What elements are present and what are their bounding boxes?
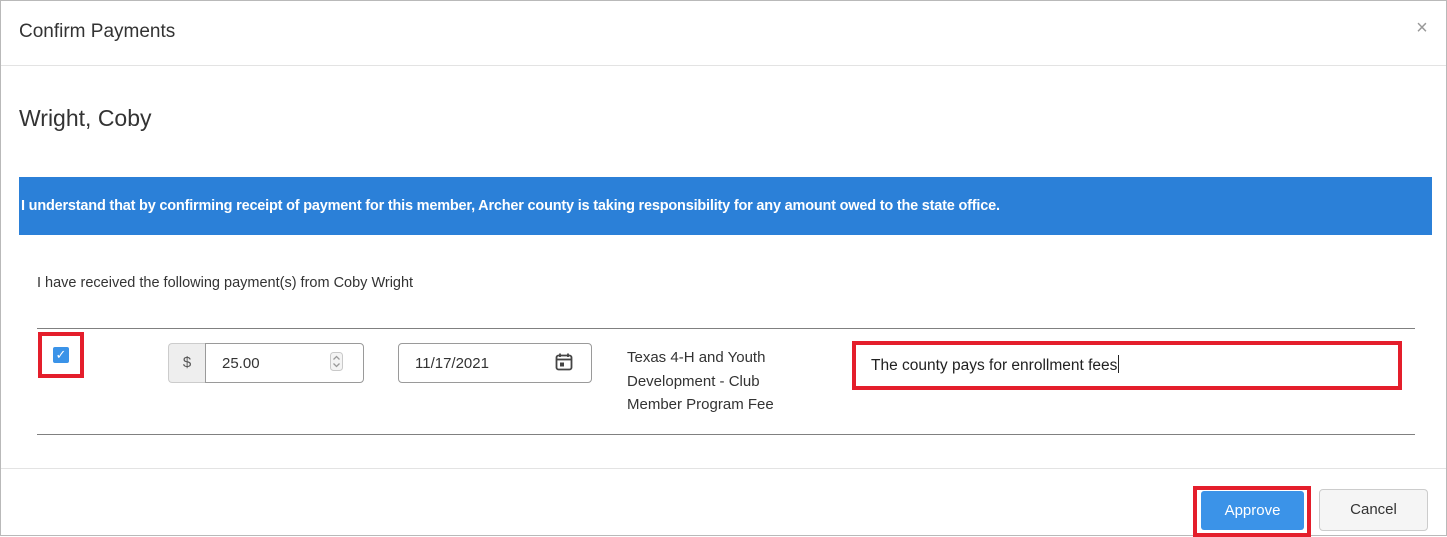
- check-icon: ✓: [55, 347, 67, 362]
- notes-text: The county pays for enrollment fees: [871, 357, 1118, 374]
- spinner-arrows-icon[interactable]: [330, 352, 343, 371]
- payments-intro-text: I have received the following payment(s)…: [37, 275, 414, 291]
- confirm-payments-dialog: Confirm Payments × Wright, Coby I unders…: [0, 0, 1447, 537]
- calendar-icon[interactable]: [554, 352, 574, 372]
- dialog-title: Confirm Payments: [19, 21, 176, 42]
- close-icon[interactable]: ×: [1412, 17, 1432, 39]
- payment-select-checkbox[interactable]: ✓: [53, 347, 69, 363]
- payment-date-field[interactable]: 11/17/2021: [398, 343, 592, 383]
- notes-value: The county pays for enrollment fees: [871, 355, 1120, 375]
- payment-date-value: 11/17/2021: [415, 355, 489, 372]
- payment-notes-input[interactable]: The county pays for enrollment fees: [856, 345, 1398, 386]
- cancel-button[interactable]: Cancel: [1319, 489, 1428, 531]
- member-name-heading: Wright, Coby: [19, 105, 152, 131]
- footer-divider: [1, 468, 1446, 469]
- currency-addon: $: [168, 343, 205, 383]
- text-cursor: [1118, 355, 1120, 373]
- fee-description: Texas 4-H and Youth Development - Club M…: [627, 349, 774, 413]
- amount-input-group: $ 25.00: [168, 343, 364, 383]
- amount-value: 25.00: [222, 355, 260, 372]
- amount-field[interactable]: 25.00: [205, 343, 364, 383]
- dialog-header: Confirm Payments ×: [1, 1, 1446, 66]
- responsibility-notice: I understand that by confirming receipt …: [19, 177, 1432, 235]
- approve-button[interactable]: Approve: [1201, 491, 1304, 530]
- payment-row-top-divider: [37, 328, 1415, 329]
- payment-row-bottom-divider: [37, 434, 1415, 435]
